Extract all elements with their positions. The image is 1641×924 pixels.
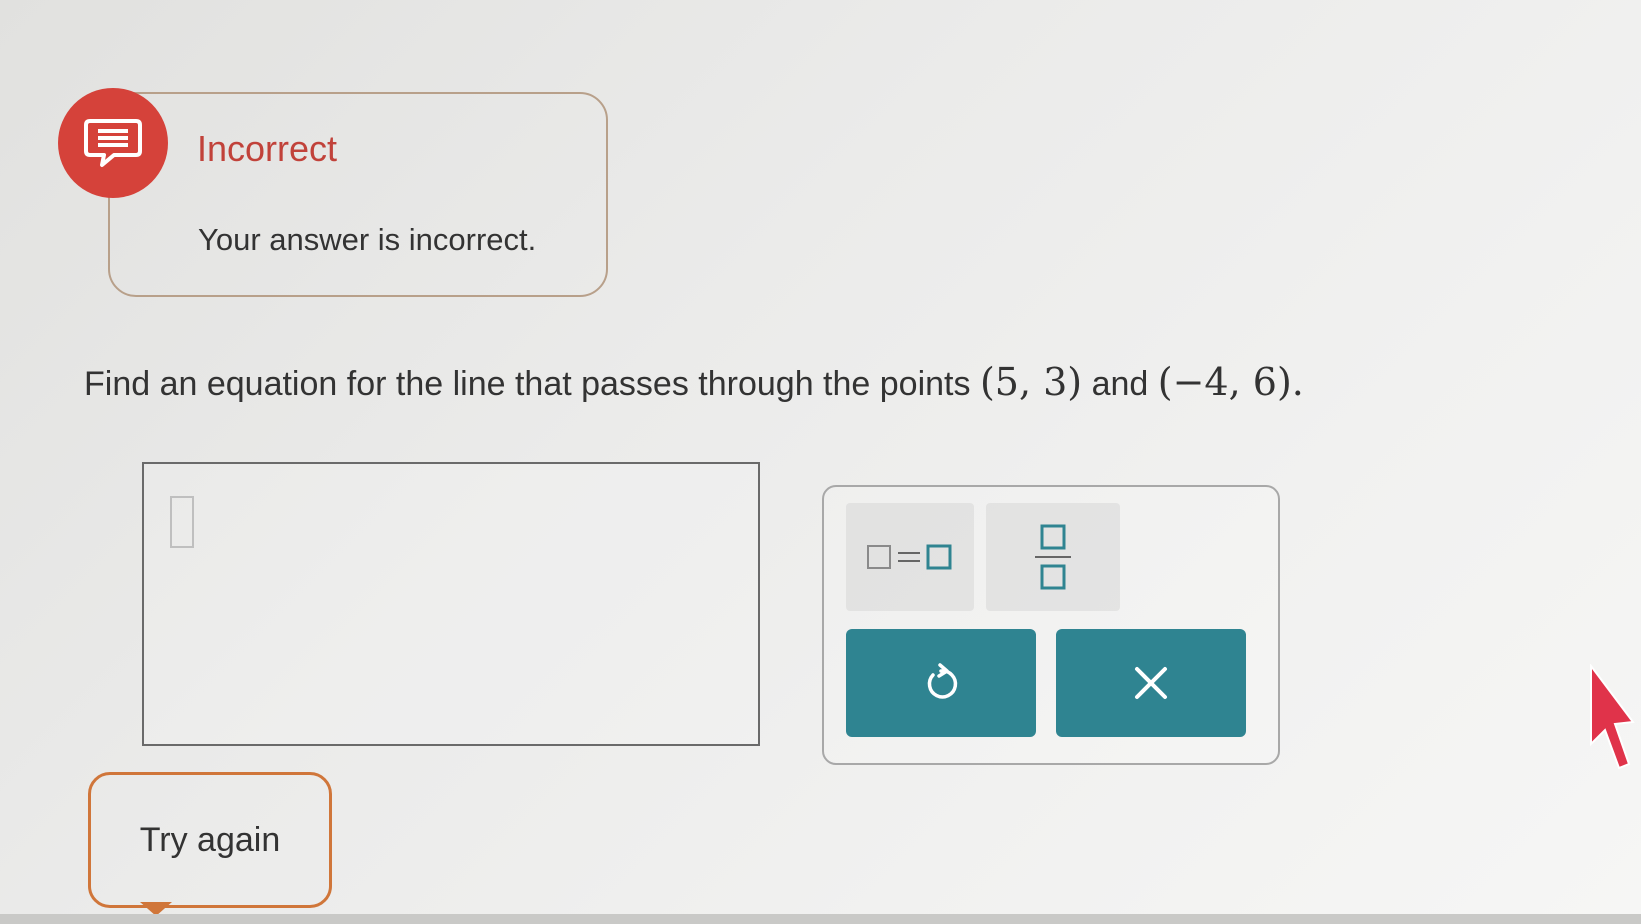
question-text: Find an equation for the line that passe… xyxy=(84,360,1304,404)
chat-bubble-icon xyxy=(58,88,168,198)
fraction-icon xyxy=(1035,524,1071,590)
box-equals-box-icon xyxy=(867,544,952,570)
question-prefix: Find an equation for the line that passe… xyxy=(84,365,971,403)
try-again-button[interactable]: Try again xyxy=(88,772,332,908)
undo-button[interactable] xyxy=(846,629,1036,737)
question-connector: and xyxy=(1091,365,1149,403)
point-1: (5, 3) xyxy=(979,360,1083,404)
input-placeholder-box[interactable] xyxy=(170,496,194,548)
fraction-template-button[interactable] xyxy=(986,503,1120,611)
feedback-message: Your answer is incorrect. xyxy=(198,222,537,257)
page: Incorrect Your answer is incorrect. Find… xyxy=(0,0,1641,924)
answer-input[interactable] xyxy=(142,462,760,746)
question-suffix: . xyxy=(1291,360,1304,404)
clear-button[interactable] xyxy=(1056,629,1246,737)
equation-template-button[interactable] xyxy=(846,503,974,611)
mouse-pointer-icon xyxy=(1590,664,1635,770)
math-palette xyxy=(822,485,1280,765)
point-2: (−4, 6) xyxy=(1157,360,1292,404)
feedback-title: Incorrect xyxy=(197,128,338,169)
close-icon xyxy=(1135,667,1167,699)
undo-icon xyxy=(927,663,958,699)
bottom-bar xyxy=(0,914,1641,924)
feedback-panel xyxy=(108,92,608,297)
